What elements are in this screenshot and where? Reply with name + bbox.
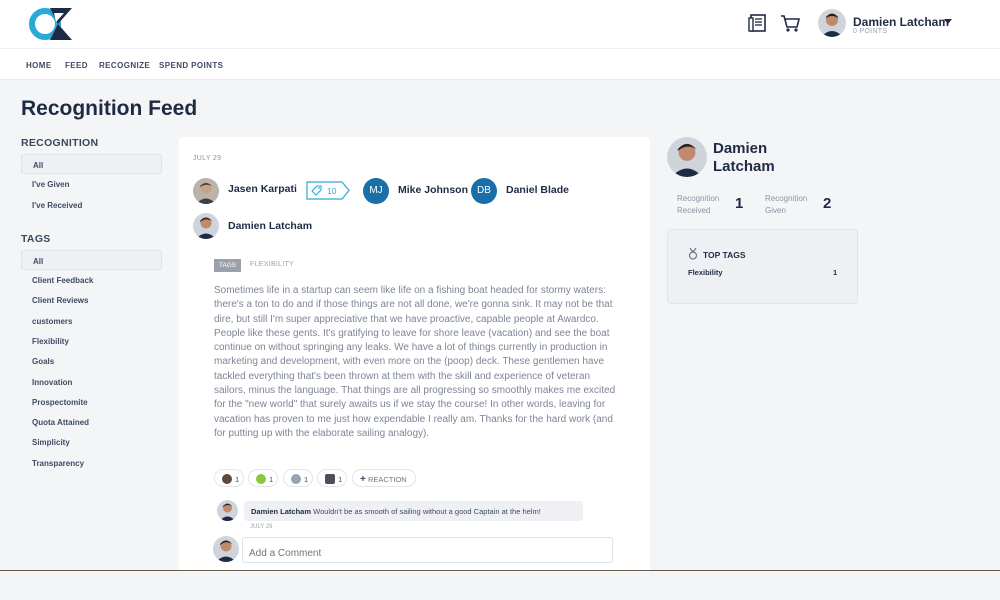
- comment-text: Wouldn't be as smooth of sailing without…: [313, 507, 541, 516]
- top-tag-count: 1: [833, 268, 838, 277]
- tag-filter-client-reviews[interactable]: Client Reviews: [21, 290, 162, 310]
- recipient-avatar[interactable]: MJ: [363, 178, 389, 204]
- top-tag-name[interactable]: Flexibility: [688, 268, 723, 277]
- awardco-logo[interactable]: [28, 5, 76, 43]
- recipient-avatar[interactable]: [193, 213, 219, 239]
- giver-avatar[interactable]: [193, 178, 219, 204]
- person-emoji-icon: [222, 474, 232, 484]
- add-reaction-label: REACTION: [367, 475, 407, 484]
- reaction-count: 1: [304, 475, 309, 484]
- received-count: 1: [735, 195, 744, 212]
- tag-filter-simplicity[interactable]: Simplicity: [21, 432, 162, 452]
- top-tags-panel: [667, 229, 858, 304]
- points-value: 10: [327, 186, 337, 196]
- catalog-icon[interactable]: [747, 12, 769, 34]
- nav-home[interactable]: HOME: [26, 61, 52, 70]
- nav-spend-points[interactable]: SPEND POINTS: [159, 61, 223, 70]
- comment-input[interactable]: [242, 537, 613, 563]
- user-avatar[interactable]: [818, 9, 846, 37]
- filter-given[interactable]: I've Given: [21, 174, 162, 194]
- top-tags-title: TOP TAGS: [703, 250, 746, 260]
- tags-heading: TAGS: [21, 233, 51, 245]
- received-label: Recognition Received: [677, 193, 719, 217]
- chevron-down-icon[interactable]: [944, 19, 952, 24]
- bottom-area: [0, 571, 1000, 600]
- tag-filter-innovation[interactable]: Innovation: [21, 372, 162, 392]
- user-points: 0 POINTS: [853, 28, 888, 35]
- post-date: JULY 29: [193, 155, 222, 162]
- tags-label: TAGS: [214, 259, 241, 272]
- filter-all[interactable]: All: [21, 154, 162, 174]
- commenter-avatar[interactable]: [217, 500, 238, 521]
- page-title: Recognition Feed: [21, 97, 198, 120]
- given-label-line1: Recognition: [765, 194, 808, 203]
- reaction-chip[interactable]: 1: [283, 469, 313, 487]
- tag-filter-all[interactable]: All: [21, 250, 162, 270]
- plus-icon: +: [360, 474, 366, 485]
- tag-filter-goals[interactable]: Goals: [21, 351, 162, 371]
- recognition-heading: RECOGNITION: [21, 137, 99, 149]
- reaction-count: 1: [235, 475, 240, 484]
- reaction-chip[interactable]: 1: [248, 469, 278, 487]
- tag-filter-client-feedback[interactable]: Client Feedback: [21, 270, 162, 290]
- recipient-name[interactable]: Damien Latcham: [228, 220, 312, 232]
- recipient-avatar[interactable]: DB: [471, 178, 497, 204]
- post-message: Sometimes life in a startup can seem lik…: [214, 285, 616, 439]
- profile-avatar: [667, 137, 707, 177]
- tag-value[interactable]: FLEXIBILITY: [250, 261, 294, 268]
- comment-bubble: Damien Latcham Wouldn't be as smooth of …: [244, 501, 583, 521]
- reaction-count: 1: [338, 475, 343, 484]
- tag-filter-quota-attained[interactable]: Quota Attained: [21, 412, 162, 432]
- nav-recognize[interactable]: RECOGNIZE: [99, 61, 150, 70]
- recipient-name[interactable]: Daniel Blade: [506, 184, 569, 196]
- medal-icon: [688, 248, 698, 260]
- reaction-chip[interactable]: 1: [214, 469, 244, 487]
- nav-feed[interactable]: FEED: [65, 61, 88, 70]
- user-name[interactable]: Damien Latcham: [853, 15, 949, 29]
- current-user-avatar: [213, 536, 239, 562]
- profile-name: Damien Latcham: [713, 140, 775, 175]
- recipient-name[interactable]: Mike Johnson: [398, 184, 468, 196]
- robot-emoji-icon: [291, 474, 301, 484]
- sailboat-emoji-icon: [325, 474, 335, 484]
- main-nav: HOME FEED RECOGNIZE SPEND POINTS: [0, 48, 1000, 80]
- given-label-line2: Given: [765, 206, 786, 215]
- cart-icon[interactable]: [779, 12, 801, 34]
- tag-filter-customers[interactable]: customers: [21, 311, 162, 331]
- filter-received[interactable]: I've Received: [21, 195, 162, 215]
- received-label-line2: Received: [677, 206, 711, 215]
- reaction-count: 1: [269, 475, 274, 484]
- tag-filter-transparency[interactable]: Transparency: [21, 453, 162, 473]
- reaction-chip[interactable]: 1: [317, 469, 347, 487]
- add-reaction-button[interactable]: + REACTION: [352, 469, 416, 487]
- top-header: Damien Latcham 0 POINTS: [0, 0, 1000, 48]
- tag-filter-flexibility[interactable]: Flexibility: [21, 331, 162, 351]
- given-count: 2: [823, 195, 832, 212]
- given-label: Recognition Given: [765, 193, 807, 217]
- alien-emoji-icon: [256, 474, 266, 484]
- comment-date: JULY 29: [250, 524, 273, 530]
- giver-name[interactable]: Jasen Karpati: [228, 183, 297, 195]
- tag-filter-prospectomite[interactable]: Prospectomite: [21, 392, 162, 412]
- received-label-line1: Recognition: [677, 194, 720, 203]
- comment-author[interactable]: Damien Latcham: [251, 507, 311, 516]
